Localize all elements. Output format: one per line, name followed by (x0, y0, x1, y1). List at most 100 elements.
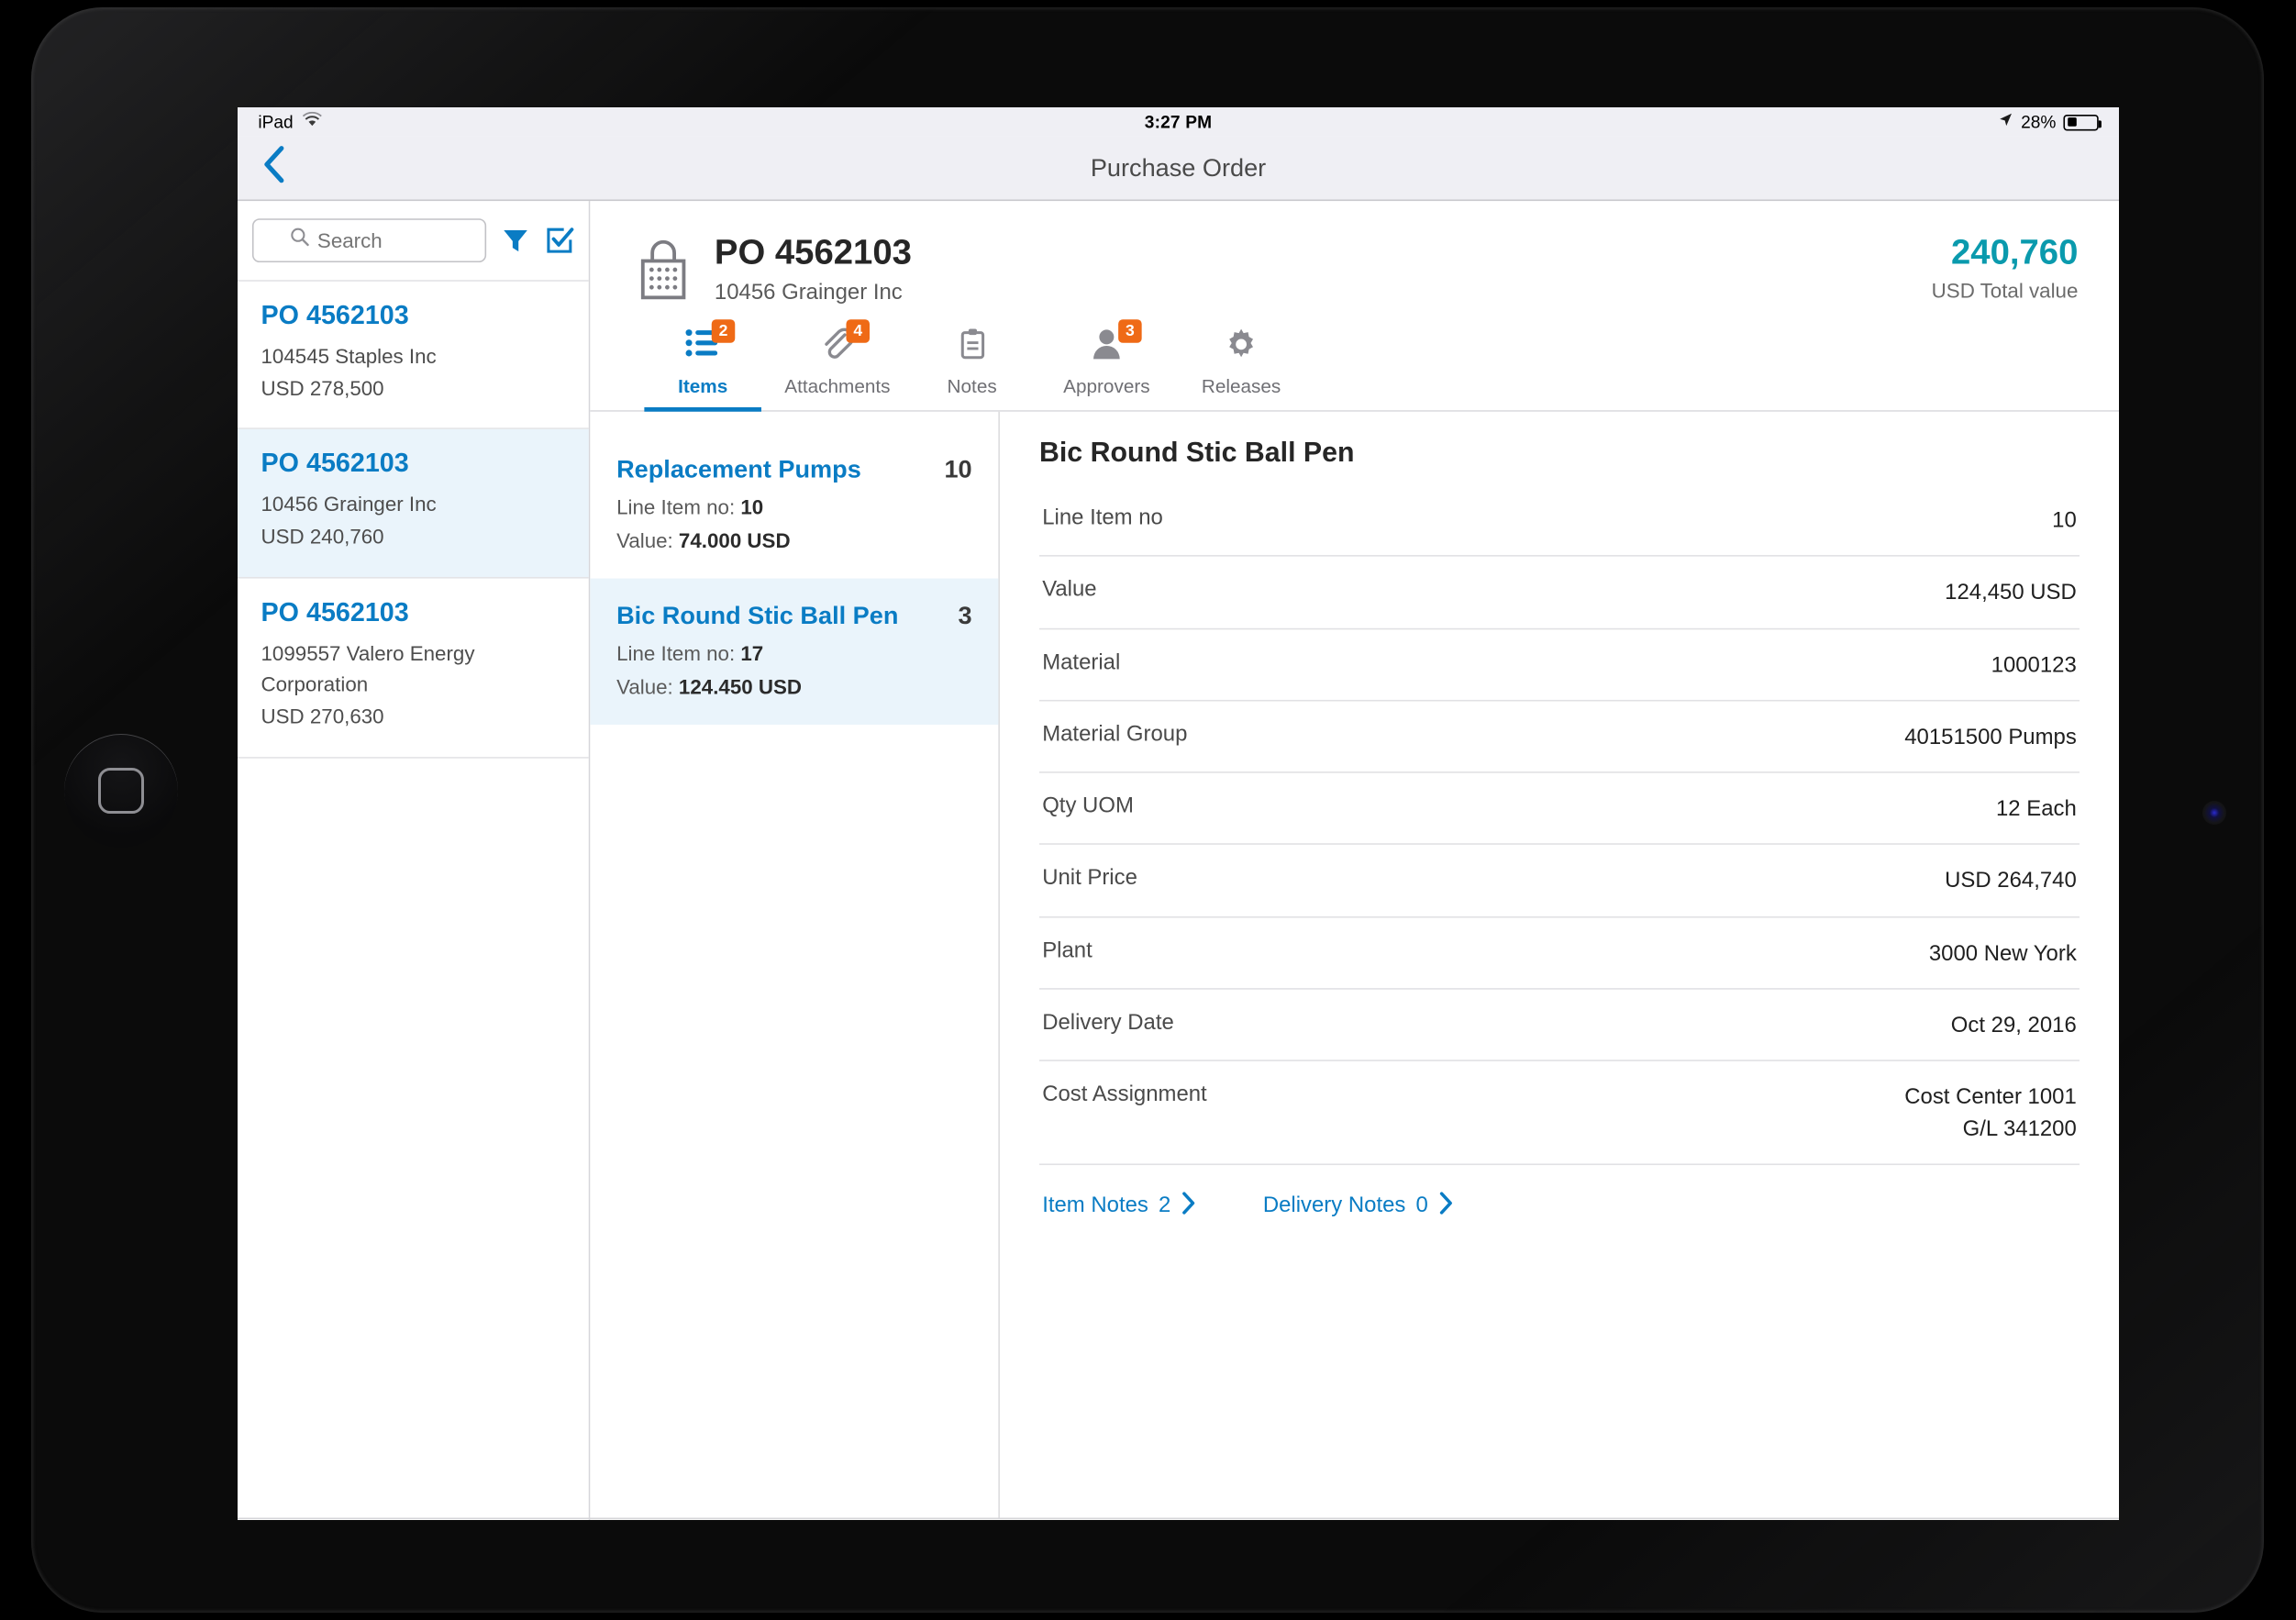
note-link-label: Delivery Notes (1262, 1193, 1406, 1219)
property-label: Line Item no (1042, 505, 1163, 530)
property-value: USD 264,740 (1945, 869, 2077, 894)
note-link-item-notes[interactable]: Item Notes 2 (1042, 1192, 1195, 1221)
property-value: 124,450 USD (1945, 580, 2077, 605)
property-value: 12 Each (1995, 796, 2077, 822)
item-properties-rows: Line Item no 10 Value 124,450 USD Material… (1039, 484, 2080, 1166)
action-footer: Forward Reject Approve (238, 1517, 2119, 1520)
notes-links: Item Notes 2 Delivery Notes 0 (1039, 1165, 2080, 1221)
home-button[interactable] (64, 734, 178, 848)
purchase-order-list-item[interactable]: PO 4562103 104545 Staples Inc USD 278,50… (238, 282, 589, 430)
line-item-number-row: Line Item no: 10 (616, 495, 972, 519)
po-list-item-amount: USD 278,500 (261, 375, 384, 400)
property-value: 3000 New York (1928, 940, 2077, 966)
filter-icon[interactable] (501, 226, 530, 255)
po-list-item-vendor: 1099557 Valero Energy Corporation (261, 640, 475, 696)
line-item-number-label: Line Item no: (616, 641, 741, 665)
search-field[interactable] (251, 218, 487, 263)
line-item-name: Replacement Pumps (616, 455, 861, 483)
navigation-bar: Purchase Order (238, 136, 2119, 202)
line-item-quantity: 10 (944, 455, 972, 483)
property-row: Material 1000123 (1039, 629, 2080, 702)
line-item-value-label: Value: (616, 528, 679, 552)
items-and-properties: Replacement Pumps 10 Line Item no: 10 Va… (590, 411, 2119, 1518)
po-list-item-vendor: 10456 Grainger Inc (261, 493, 437, 516)
property-label: Cost Assignment (1042, 1082, 1207, 1107)
tab-label: Notes (947, 374, 997, 397)
property-label: Value (1042, 577, 1097, 603)
po-list-item-number: PO 4562103 (261, 449, 409, 479)
po-list-item-amount: USD 240,760 (261, 524, 384, 549)
property-label: Unit Price (1042, 865, 1137, 892)
chevron-right-icon (1438, 1192, 1453, 1221)
tab-approvers[interactable]: 3 Approvers (1039, 319, 1174, 410)
checkbox-checked-icon[interactable] (545, 226, 574, 255)
battery-percent-label: 28% (2021, 111, 2057, 133)
clipboard-icon (957, 327, 987, 368)
tab-badge: 2 (711, 319, 736, 343)
front-camera-icon (2202, 801, 2226, 825)
property-value: Oct 29, 2016 (1950, 1013, 2077, 1038)
line-item-value-amount: 124.450 USD (678, 674, 803, 699)
property-value: 40151500 Pumps (1904, 724, 2077, 749)
tab-attachments[interactable]: 4 Attachments (771, 319, 905, 410)
property-value: Cost Center 1001 G/L 341200 (1904, 1084, 2077, 1142)
line-item-number-label: Line Item no: (616, 494, 741, 519)
property-row: Cost Assignment Cost Center 1001 G/L 341… (1039, 1061, 2080, 1166)
purchase-order-list: PO 4562103 104545 Staples Inc USD 278,50… (238, 282, 589, 759)
search-toolbar (238, 201, 589, 282)
property-value: 10 (2052, 508, 2077, 534)
tab-label: Items (678, 374, 728, 397)
line-item-name: Bic Round Stic Ball Pen (616, 602, 899, 630)
battery-icon (2063, 114, 2102, 130)
ipad-device-frame: iPad 3:27 PM 28% Purchase Order Search P… (31, 7, 2264, 1613)
line-item-number-value: 17 (740, 641, 764, 665)
property-row: Delivery Date Oct 29, 2016 (1039, 990, 2080, 1062)
tab-items[interactable]: 2 Items (636, 319, 771, 412)
tab-releases[interactable]: Releases (1174, 327, 1309, 410)
chevron-right-icon (1181, 1192, 1196, 1221)
property-label: Material (1042, 649, 1121, 675)
total-value-amount: 240,760 (1951, 233, 2079, 273)
search-input[interactable] (316, 228, 449, 252)
page-title: Purchase Order (1090, 153, 1267, 182)
tab-label: Approvers (1063, 374, 1150, 397)
tab-notes[interactable]: Notes (904, 328, 1039, 410)
line-item-row[interactable]: Replacement Pumps 10 Line Item no: 10 Va… (590, 432, 998, 578)
purchase-order-list-item[interactable]: PO 4562103 1099557 Valero Energy Corpora… (238, 578, 589, 759)
detail-tab-bar: 2 Items 4 Attachments Notes 3 Approvers (590, 319, 2119, 412)
purchase-order-number: PO 4562103 (714, 233, 912, 273)
line-item-number-row: Line Item no: 17 (616, 641, 972, 665)
line-item-value-label: Value: (616, 674, 679, 699)
total-value-block: 240,760 USD Total value (1932, 233, 2079, 302)
search-icon (290, 227, 309, 254)
gear-icon (1226, 327, 1258, 367)
line-item-row[interactable]: Bic Round Stic Ball Pen 3 Line Item no: … (590, 578, 999, 726)
line-item-value-row: Value: 74.000 USD (616, 528, 972, 552)
content-area: PO 4562103 104545 Staples Inc USD 278,50… (238, 201, 2119, 1518)
tab-badge: 3 (1118, 319, 1142, 343)
line-item-number-value: 10 (740, 494, 764, 519)
property-label: Plant (1042, 938, 1093, 963)
property-label: Delivery Date (1042, 1010, 1174, 1036)
po-list-item-number: PO 4562103 (261, 596, 409, 627)
tab-label: Releases (1201, 374, 1281, 397)
property-label: Qty UOM (1042, 793, 1134, 819)
home-button-square-icon (98, 768, 144, 814)
line-item-list: Replacement Pumps 10 Line Item no: 10 Va… (590, 411, 1000, 1518)
property-row: Plant 3000 New York (1039, 917, 2080, 990)
note-link-delivery-notes[interactable]: Delivery Notes 0 (1263, 1192, 1453, 1221)
line-item-value-row: Value: 124.450 USD (616, 675, 972, 699)
purchase-order-list-item[interactable]: PO 4562103 10456 Grainger Inc USD 240,76… (238, 429, 589, 579)
ipad-screen: iPad 3:27 PM 28% Purchase Order Search P… (238, 107, 2119, 1520)
po-list-item-amount: USD 270,630 (261, 704, 384, 728)
property-row: Material Group 40151500 Pumps (1039, 701, 2080, 773)
property-row: Qty UOM 12 Each (1039, 773, 2080, 846)
tab-label: Attachments (784, 374, 891, 397)
shopping-basket-icon (636, 239, 692, 308)
property-label: Material Group (1042, 721, 1188, 747)
purchase-order-list-panel: PO 4562103 104545 Staples Inc USD 278,50… (238, 201, 591, 1518)
person-icon (1092, 327, 1121, 367)
status-bar: iPad 3:27 PM 28% (238, 107, 2119, 137)
property-row: Unit Price USD 264,740 (1039, 846, 2080, 918)
property-row: Line Item no 10 (1039, 484, 2080, 558)
